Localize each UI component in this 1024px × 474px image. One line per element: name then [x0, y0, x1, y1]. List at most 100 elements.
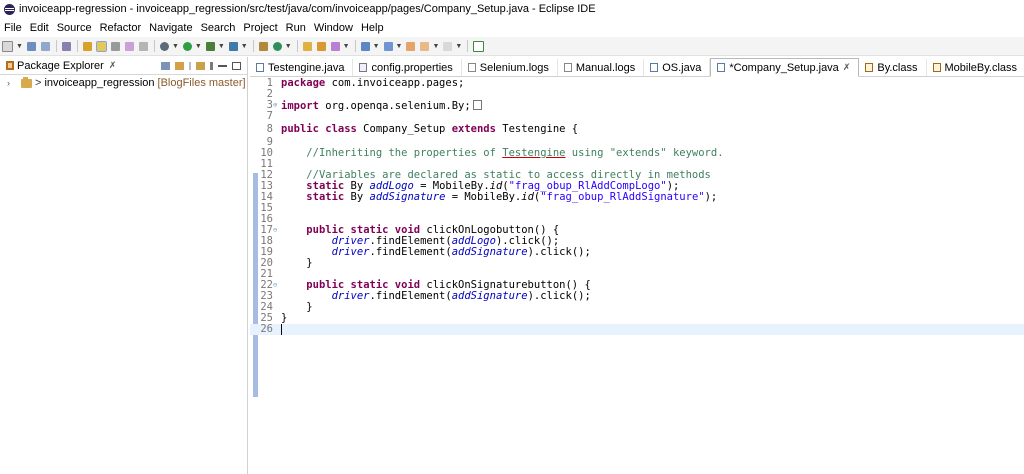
- tree-item-project[interactable]: › > invoiceapp_regression [BlogFiles mas…: [0, 75, 247, 91]
- mark-occurrences-icon[interactable]: [82, 41, 92, 51]
- fold-expand-icon[interactable]: ⊕: [273, 100, 277, 111]
- tab-config-properties[interactable]: config.properties: [353, 59, 462, 76]
- back-dropdown-icon[interactable]: ▼: [432, 43, 439, 50]
- chevron-right-icon[interactable]: ›: [7, 78, 15, 88]
- open-type-icon[interactable]: [61, 41, 71, 51]
- package-explorer-tab[interactable]: Package Explorer ✗: [0, 57, 247, 75]
- code-text: By: [344, 191, 370, 203]
- code-line-current[interactable]: 26: [250, 324, 1024, 335]
- coverage-icon[interactable]: [205, 41, 215, 51]
- tab-testengine[interactable]: Testengine.java: [250, 59, 354, 76]
- menu-window[interactable]: Window: [310, 22, 357, 34]
- prev-annotation-dropdown-icon[interactable]: ▼: [396, 43, 403, 50]
- menu-bar: File Edit Source Refactor Navigate Searc…: [0, 19, 1024, 37]
- toolbar-separator: [296, 40, 298, 52]
- keyword: extends: [451, 123, 496, 135]
- collapse-all-icon[interactable]: [161, 61, 170, 70]
- code-text: ).click();: [527, 246, 591, 258]
- whitespace-icon[interactable]: [138, 41, 148, 51]
- fold-collapse-icon[interactable]: ⊖: [273, 225, 277, 236]
- toolbar-separator: [55, 40, 57, 52]
- tab-mobileby-class[interactable]: MobileBy.class: [927, 59, 1024, 76]
- open-folder-icon[interactable]: [302, 41, 312, 51]
- run-icon[interactable]: [182, 41, 192, 51]
- link-with-editor-icon[interactable]: [175, 61, 184, 70]
- run-dropdown-icon[interactable]: ▼: [195, 43, 202, 50]
- tab-label: Testengine.java: [268, 61, 345, 74]
- view-menu-icon[interactable]: [210, 61, 213, 70]
- search-icon[interactable]: [330, 41, 340, 51]
- minimize-icon[interactable]: [218, 64, 227, 67]
- save-all-icon[interactable]: [40, 41, 50, 51]
- folded-imports-icon[interactable]: [472, 100, 482, 110]
- menu-navigate[interactable]: Navigate: [145, 22, 196, 34]
- coverage-dropdown-icon[interactable]: ▼: [218, 43, 225, 50]
- new-dropdown-icon[interactable]: ▼: [16, 43, 23, 50]
- forward-dropdown-icon[interactable]: ▼: [455, 43, 462, 50]
- keyword: package: [281, 77, 326, 89]
- tab-selenium-logs[interactable]: Selenium.logs: [462, 59, 558, 76]
- last-edit-icon[interactable]: [406, 41, 416, 51]
- menu-refactor[interactable]: Refactor: [96, 22, 146, 34]
- new-icon[interactable]: [2, 40, 13, 52]
- tab-company-setup[interactable]: *Company_Setup.java ✗: [710, 58, 860, 77]
- fold-collapse-icon[interactable]: ⊖: [273, 280, 277, 291]
- open-task-icon[interactable]: [316, 41, 326, 51]
- menu-edit[interactable]: Edit: [26, 22, 53, 34]
- new-class-dropdown-icon[interactable]: ▼: [285, 43, 292, 50]
- menu-search[interactable]: Search: [197, 22, 240, 34]
- field-name: driver: [331, 290, 370, 302]
- field-name: driver: [331, 246, 370, 258]
- maximize-icon[interactable]: [232, 61, 241, 70]
- code-line: 8 public class Company_Setup extends Test…: [250, 122, 1024, 137]
- code-text: Company_Setup: [356, 123, 452, 135]
- highlight-icon[interactable]: [95, 40, 107, 52]
- close-icon[interactable]: ✗: [843, 62, 851, 73]
- search-dropdown-icon[interactable]: ▼: [343, 43, 350, 50]
- menu-run[interactable]: Run: [282, 22, 310, 34]
- toolbar-separator: [467, 40, 469, 52]
- window-title: invoiceapp-regression - invoiceapp_regre…: [19, 3, 596, 15]
- code-editor[interactable]: 1 package com.invoiceapp.pages; 2 3 ⊕ impor…: [250, 77, 1024, 474]
- comment: using "extends" keyword.: [565, 147, 724, 159]
- field-name: addSignature: [451, 246, 528, 258]
- tab-os-java[interactable]: OS.java: [644, 59, 711, 76]
- new-class-icon[interactable]: [272, 41, 282, 51]
- editor-area: Testengine.java config.properties Seleni…: [250, 57, 1024, 474]
- external-tools-dropdown-icon[interactable]: ▼: [241, 43, 248, 50]
- debug-dropdown-icon[interactable]: ▼: [172, 43, 179, 50]
- perspective-icon[interactable]: [473, 40, 485, 52]
- code-line: 15: [250, 203, 1024, 214]
- toolbar-separator: [76, 40, 78, 52]
- save-icon[interactable]: [26, 41, 36, 51]
- project-name: invoiceapp_regression: [44, 77, 155, 89]
- menu-source[interactable]: Source: [53, 22, 96, 34]
- tab-label: Manual.logs: [575, 61, 636, 74]
- menu-project[interactable]: Project: [239, 22, 281, 34]
- code-line: 24 }: [250, 302, 1024, 313]
- code-text: );: [704, 191, 718, 203]
- new-package-icon[interactable]: [258, 41, 268, 51]
- block-select-icon[interactable]: [124, 41, 134, 51]
- prev-annotation-icon[interactable]: [383, 41, 393, 51]
- back-icon[interactable]: [420, 41, 430, 51]
- code-text: = MobileBy.: [445, 191, 522, 203]
- debug-icon[interactable]: [159, 41, 169, 51]
- comment: //Inheriting the properties of: [306, 147, 503, 159]
- code-line: 19 driver.findElement(addSignature).clic…: [250, 247, 1024, 258]
- tab-by-class[interactable]: By.class: [859, 59, 927, 76]
- tab-manual-logs[interactable]: Manual.logs: [558, 59, 645, 76]
- external-tools-icon[interactable]: [228, 41, 238, 51]
- menu-file[interactable]: File: [0, 22, 26, 34]
- eclipse-icon: [4, 3, 15, 15]
- menu-help[interactable]: Help: [357, 22, 388, 34]
- next-annotation-dropdown-icon[interactable]: ▼: [373, 43, 380, 50]
- focus-icon[interactable]: [196, 61, 205, 70]
- close-icon[interactable]: ✗: [109, 60, 117, 71]
- text-caret: [281, 324, 282, 335]
- forward-icon[interactable]: [443, 41, 453, 51]
- line-number: 8: [266, 123, 273, 135]
- word-wrap-icon[interactable]: [110, 41, 120, 51]
- next-annotation-icon[interactable]: [360, 41, 370, 51]
- git-branch-label: [BlogFiles master]: [157, 77, 246, 89]
